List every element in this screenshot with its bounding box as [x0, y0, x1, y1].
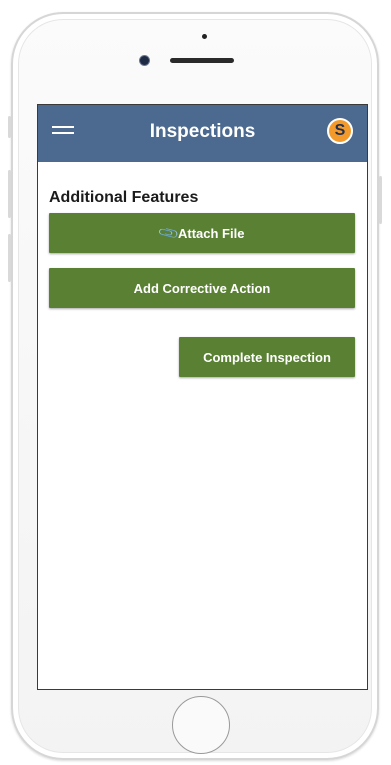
home-button[interactable] — [172, 696, 230, 754]
complete-inspection-button[interactable]: Complete Inspection — [179, 337, 355, 377]
complete-inspection-label: Complete Inspection — [203, 349, 331, 365]
paperclip-icon: 📎 — [156, 221, 180, 245]
proximity-sensor — [202, 34, 207, 39]
power-button — [379, 176, 382, 224]
app-logo-icon: S — [327, 118, 353, 144]
section-title: Additional Features — [49, 189, 199, 206]
attach-file-label: Attach File — [177, 225, 245, 241]
mute-switch — [8, 116, 11, 138]
app-header: Inspections S — [38, 105, 367, 162]
front-camera — [140, 56, 149, 65]
volume-up-button — [8, 170, 11, 218]
attach-file-button[interactable]: 📎 Attach File — [49, 213, 355, 253]
add-corrective-action-label: Add Corrective Action — [133, 280, 271, 296]
app-screen: Inspections S Additional Features 📎 Atta… — [37, 104, 368, 690]
page-title: Inspections — [149, 121, 256, 142]
volume-down-button — [8, 234, 11, 282]
earpiece-speaker — [170, 58, 234, 63]
add-corrective-action-button[interactable]: Add Corrective Action — [49, 268, 355, 308]
